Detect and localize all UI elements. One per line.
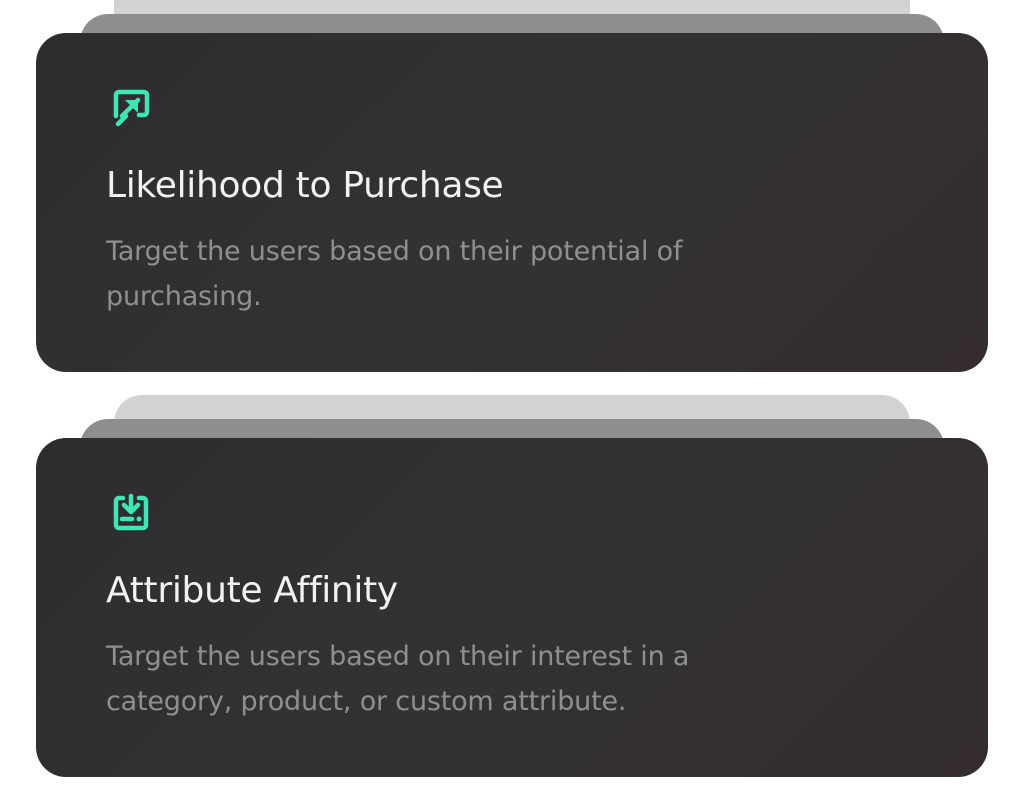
card-description: Target the users based on their potentia… [106, 236, 683, 312]
card-title: Attribute Affinity [106, 570, 398, 611]
attribute-affinity-card[interactable]: Attribute Affinity Target the users base… [36, 438, 988, 777]
download-tray-icon [110, 492, 152, 534]
card-stack-likelihood: Likelihood to Purchase Target the users … [0, 0, 1024, 372]
card-stack-attribute-affinity: Attribute Affinity Target the users base… [0, 395, 1024, 777]
card-title: Likelihood to Purchase [106, 165, 504, 206]
card-description: Target the users based on their interest… [106, 641, 690, 717]
likelihood-to-purchase-card[interactable]: Likelihood to Purchase Target the users … [36, 33, 988, 372]
cast-cursor-icon [110, 87, 152, 129]
